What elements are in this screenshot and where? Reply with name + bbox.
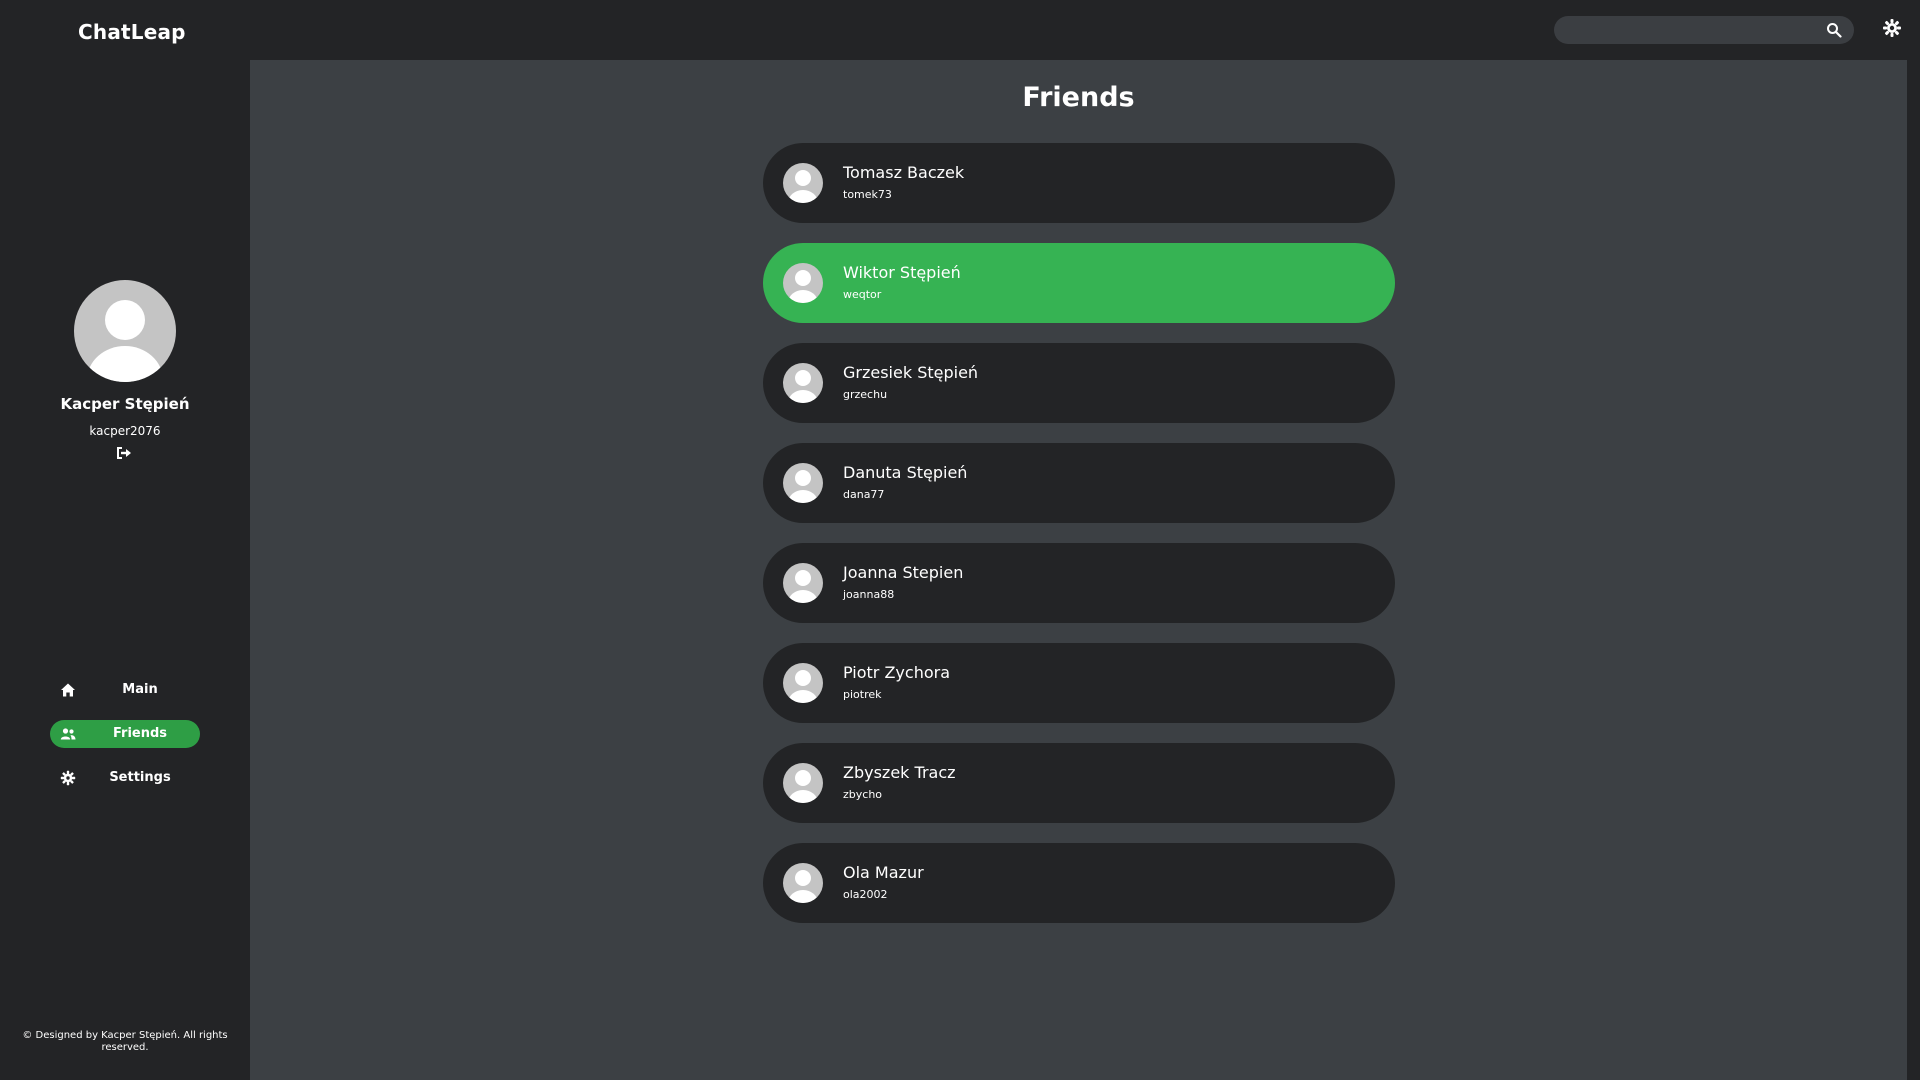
nav-label-settings: Settings	[109, 770, 171, 785]
footer-copyright: © Designed by Kacper Stępień. All rights…	[22, 1030, 228, 1053]
users-icon	[60, 728, 76, 740]
friend-card[interactable]: Ola Mazur ola2002	[763, 843, 1395, 923]
brand-logo[interactable]: ChatLeap	[78, 20, 186, 44]
avatar-icon	[783, 663, 823, 703]
sidebar: Kacper Stępień kacper2076 Main Friends S…	[0, 60, 250, 1080]
avatar-icon	[783, 463, 823, 503]
friend-list: Tomasz Baczek tomek73 Wiktor Stępień weq…	[763, 143, 1395, 943]
friend-card[interactable]: Zbyszek Tracz zbycho	[763, 743, 1395, 823]
top-bar: ChatLeap	[0, 0, 1920, 60]
friend-username: weqtor	[843, 288, 882, 301]
friend-name: Zbyszek Tracz	[843, 763, 956, 782]
search-icon[interactable]	[1826, 22, 1842, 38]
search-box[interactable]	[1554, 16, 1854, 44]
profile-username: kacper2076	[89, 424, 161, 438]
friend-name: Grzesiek Stępień	[843, 363, 979, 382]
logout-icon[interactable]	[116, 446, 132, 460]
nav-label-friends: Friends	[112, 726, 168, 741]
avatar-icon	[783, 163, 823, 203]
search-input[interactable]	[1568, 20, 1818, 40]
avatar-icon	[783, 763, 823, 803]
friend-username: tomek73	[843, 188, 892, 201]
friend-username: grzechu	[843, 388, 888, 401]
home-icon	[61, 683, 75, 697]
avatar-icon	[783, 263, 823, 303]
page-title: Friends	[1022, 82, 1135, 113]
avatar-icon	[783, 563, 823, 603]
friend-name: Wiktor Stępień	[843, 263, 961, 282]
avatar-icon	[783, 863, 823, 903]
gear-icon[interactable]	[1882, 18, 1902, 38]
friend-name: Tomasz Baczek	[843, 163, 965, 182]
nav-item-main[interactable]: Main	[50, 676, 200, 704]
friend-username: piotrek	[843, 688, 882, 701]
nav-item-settings[interactable]: Settings	[50, 764, 200, 792]
main-content: Friends Tomasz Baczek tomek73 Wiktor Stę…	[250, 60, 1907, 1080]
friend-username: ola2002	[843, 888, 888, 901]
friend-name: Ola Mazur	[843, 863, 924, 882]
friend-username: zbycho	[843, 788, 883, 801]
friend-name: Piotr Zychora	[843, 663, 951, 682]
friend-card[interactable]: Wiktor Stępień weqtor	[763, 243, 1395, 323]
friend-name: Joanna Stepien	[843, 563, 964, 582]
friend-card[interactable]: Tomasz Baczek tomek73	[763, 143, 1395, 223]
friend-card[interactable]: Piotr Zychora piotrek	[763, 643, 1395, 723]
friend-username: dana77	[843, 488, 885, 501]
right-edge	[1907, 60, 1920, 1080]
profile-name: Kacper Stępień	[60, 395, 190, 413]
avatar-icon	[783, 363, 823, 403]
nav-item-friends[interactable]: Friends	[50, 720, 200, 748]
friend-card[interactable]: Danuta Stępień dana77	[763, 443, 1395, 523]
friend-username: joanna88	[843, 588, 895, 601]
nav-label-main: Main	[122, 682, 158, 697]
friend-card[interactable]: Grzesiek Stępień grzechu	[763, 343, 1395, 423]
gear-icon	[60, 770, 76, 786]
user-avatar-icon	[74, 280, 176, 382]
friend-card[interactable]: Joanna Stepien joanna88	[763, 543, 1395, 623]
friend-name: Danuta Stępień	[843, 463, 968, 482]
